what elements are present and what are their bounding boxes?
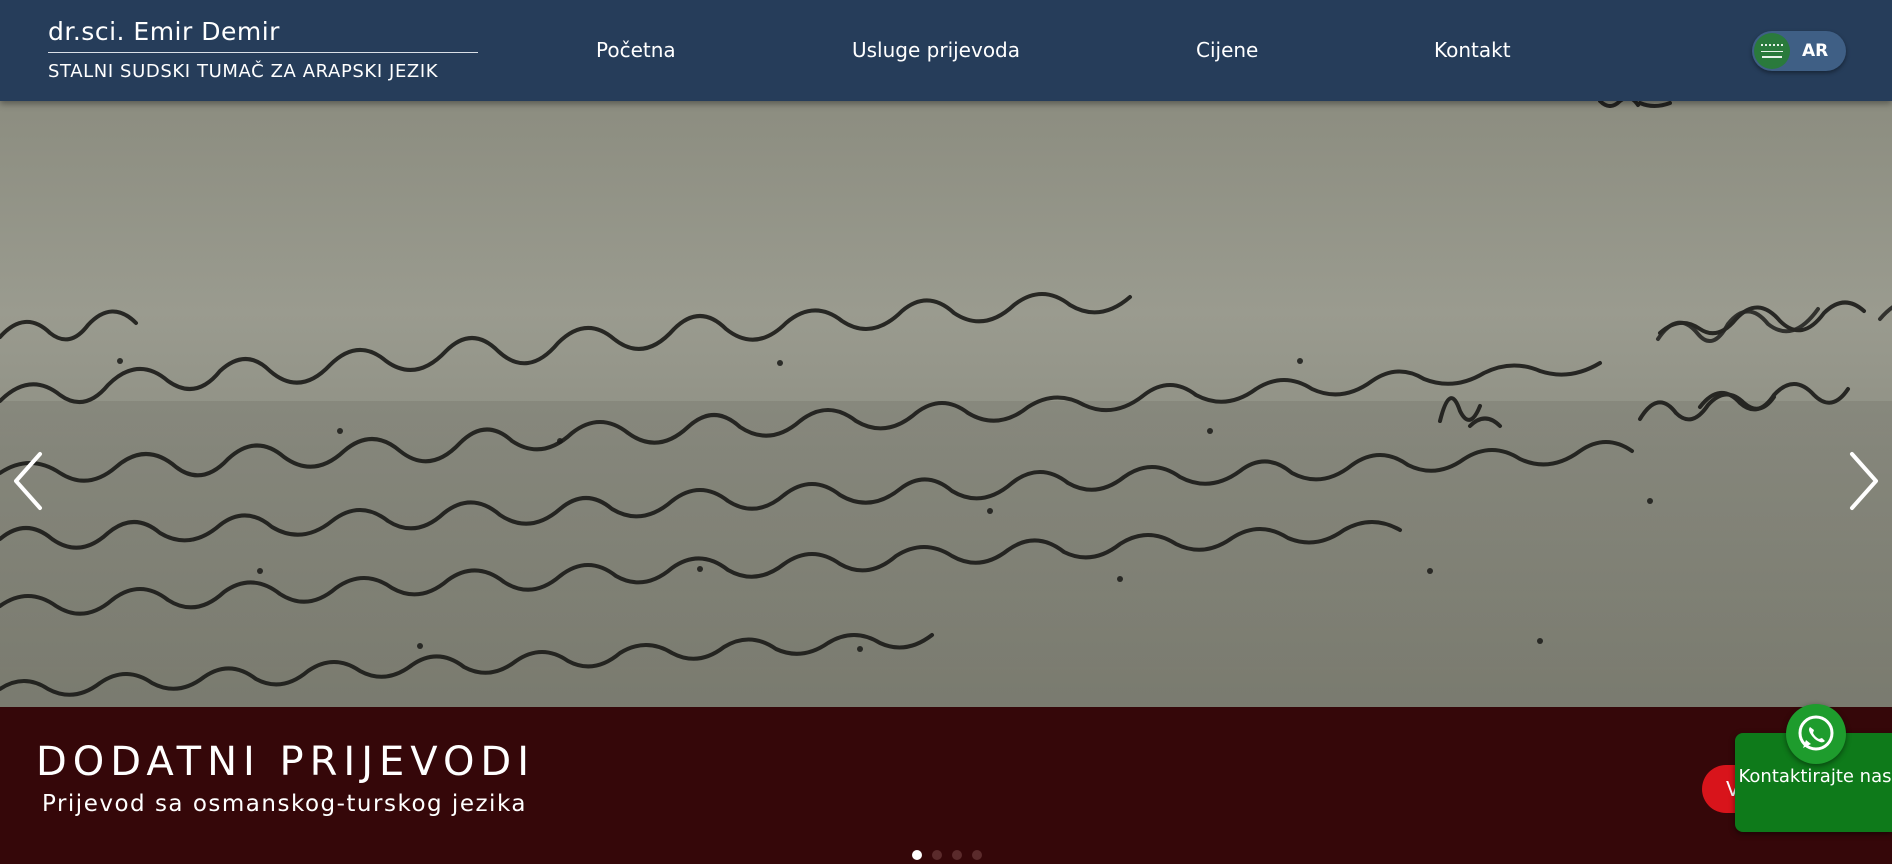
hero-slide-image: [0, 101, 1892, 707]
saudi-arabia-flag-icon: [1754, 33, 1790, 69]
slide-subtitle: Prijevod sa osmanskog-turskog jezika: [42, 791, 527, 817]
site-header: dr.sci. Emir Demir STALNI SUDSKI TUMAČ Z…: [0, 0, 1892, 101]
slide-title: DODATNI PRIJEVODI: [36, 739, 536, 785]
manuscript-script-illustration: [0, 101, 1892, 697]
whatsapp-label: Kontaktirajte nas: [1738, 766, 1892, 787]
whatsapp-icon[interactable]: [1786, 704, 1846, 764]
carousel-dot[interactable]: [912, 850, 922, 860]
nav-item-cijene[interactable]: Cijene: [1196, 38, 1258, 62]
nav-item-pocetna[interactable]: Početna: [596, 38, 676, 62]
carousel-dot[interactable]: [972, 850, 982, 860]
brand-divider: [48, 52, 478, 53]
brand-name[interactable]: dr.sci. Emir Demir: [48, 16, 478, 48]
language-switcher[interactable]: AR: [1752, 31, 1846, 71]
carousel-dot[interactable]: [952, 850, 962, 860]
brand-subtitle: STALNI SUDSKI TUMAČ ZA ARAPSKI JEZIK: [48, 61, 439, 82]
nav-item-usluge-prijevoda[interactable]: Usluge prijevoda: [852, 38, 1020, 62]
chevron-right-icon[interactable]: [1840, 446, 1884, 516]
nav-item-kontakt[interactable]: Kontakt: [1434, 38, 1511, 62]
carousel-dot[interactable]: [932, 850, 942, 860]
slide-caption: DODATNI PRIJEVODI Prijevod sa osmanskog-…: [0, 707, 1892, 864]
chevron-left-icon[interactable]: [8, 446, 52, 516]
language-code: AR: [1802, 41, 1829, 61]
brand[interactable]: dr.sci. Emir Demir STALNI SUDSKI TUMAČ Z…: [48, 16, 478, 82]
